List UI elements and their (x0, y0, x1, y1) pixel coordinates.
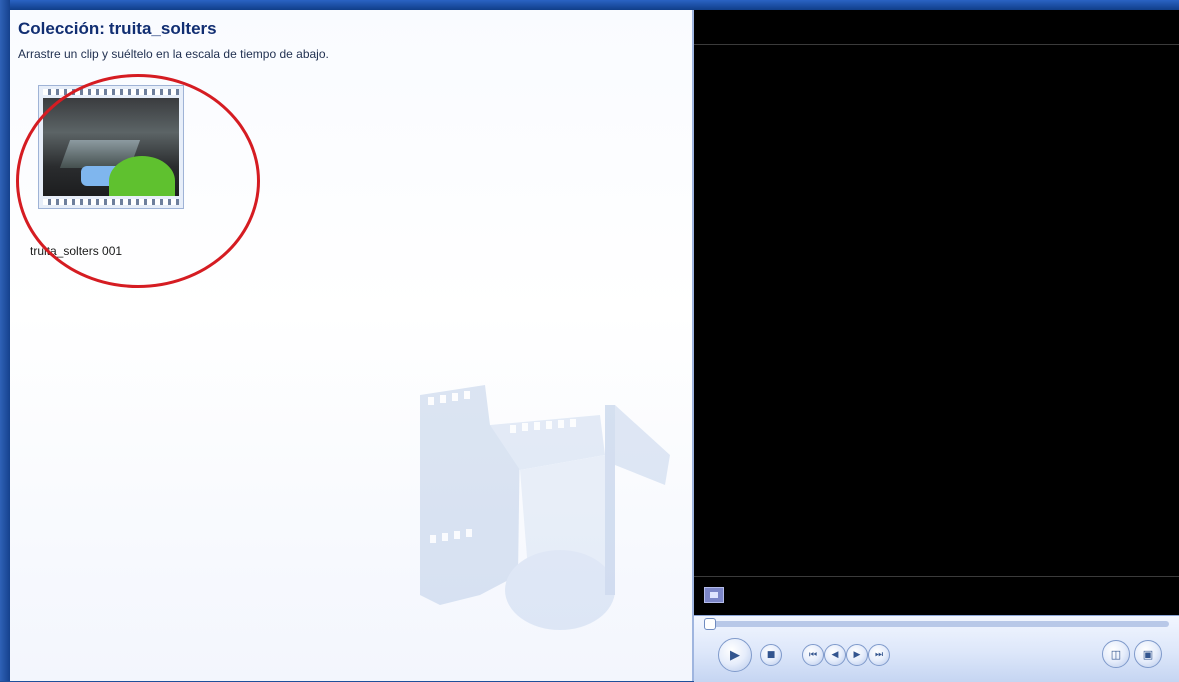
fast-forward-icon[interactable]: ⏭ (868, 644, 890, 666)
seek-bar[interactable] (704, 618, 1169, 630)
collection-title-name: truita_solters (108, 19, 217, 38)
play-icon[interactable]: ▶ (718, 638, 752, 672)
movie-maker-watermark-icon (420, 385, 670, 630)
seek-handle[interactable] (704, 618, 716, 630)
playback-controls: ▶ ■ ⏮ ◀ ▶ ⏭ ◫ ▣ (694, 615, 1179, 682)
take-picture-icon[interactable]: ▣ (1134, 640, 1162, 668)
preview-monitor: ▶ ■ ⏮ ◀ ▶ ⏭ ◫ ▣ (694, 10, 1179, 682)
fullscreen-icon[interactable] (704, 587, 724, 603)
highlight-circle (16, 74, 260, 288)
collection-title-prefix: Colección: (18, 19, 105, 38)
preview-divider-bottom (694, 576, 1179, 577)
window-frame-top (0, 0, 1179, 10)
collection-pane: Colección: truita_solters Arrastre un cli… (10, 10, 694, 681)
collection-instruction: Arrastre un clip y suéltelo en la escala… (18, 47, 329, 61)
next-frame-icon[interactable]: ▶ (846, 644, 868, 666)
collection-title: Colección: truita_solters (18, 19, 217, 39)
previous-frame-icon[interactable]: ◀ (824, 644, 846, 666)
preview-divider-top (694, 44, 1179, 45)
rewind-icon[interactable]: ⏮ (802, 644, 824, 666)
stop-icon[interactable]: ■ (760, 644, 782, 666)
window-frame-left (0, 0, 10, 681)
split-clip-icon[interactable]: ◫ (1102, 640, 1130, 668)
